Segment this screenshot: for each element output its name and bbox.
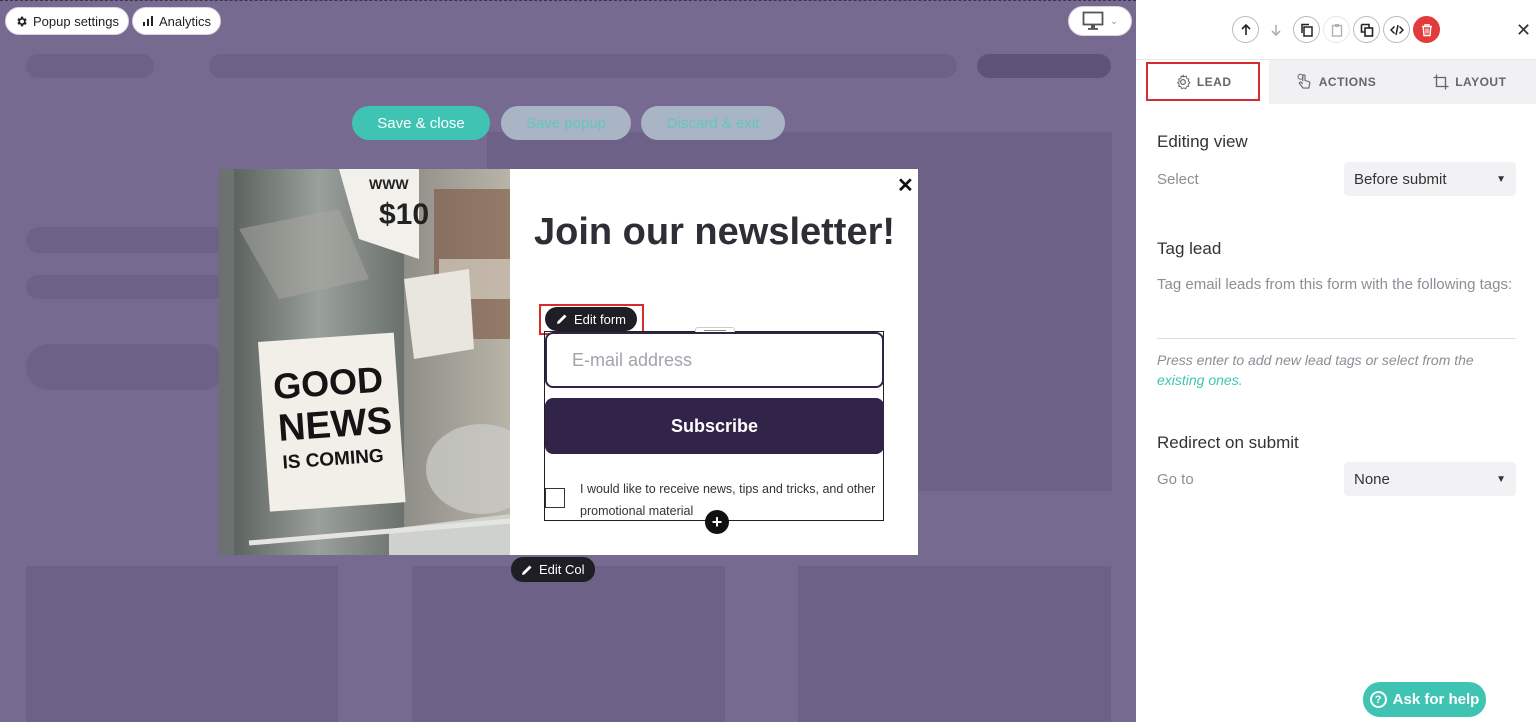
tag-lead-description: Tag email leads from this form with the … [1157, 276, 1513, 293]
consent-checkbox[interactable] [545, 488, 565, 508]
popup-preview[interactable]: WWW $10 GOOD NEWS IS COMING ✕ Join our n… [219, 169, 918, 555]
redirect-title: Redirect on submit [1157, 433, 1299, 452]
redirect-label: Go to [1157, 471, 1194, 488]
edit-col-label: Edit Col [539, 562, 585, 577]
code-button[interactable] [1383, 16, 1410, 43]
pencil-icon [522, 565, 532, 575]
editor-canvas: Popup settings Analytics ⌄ Save & close … [0, 0, 1136, 722]
settings-sidebar: ✕ LEAD ACTIONS LAYOUT Editing view Selec… [1136, 0, 1536, 722]
email-field[interactable] [545, 332, 884, 388]
subscribe-button[interactable]: Subscribe [545, 398, 884, 454]
popup-image[interactable]: WWW $10 GOOD NEWS IS COMING [219, 169, 510, 555]
delete-button[interactable] [1413, 16, 1440, 43]
placeholder-bar [26, 227, 226, 253]
popup-settings-button[interactable]: Popup settings [5, 7, 130, 35]
chevron-down-icon: ⌄ [1109, 15, 1119, 27]
duplicate-icon [1360, 23, 1373, 37]
image-text-good: GOOD [272, 358, 385, 407]
save-popup-label: Save popup [525, 114, 607, 132]
analytics-label: Analytics [159, 13, 212, 29]
arrow-up-icon [1240, 23, 1251, 35]
caret-down-icon: ▼ [1496, 473, 1506, 485]
gear-icon [17, 16, 27, 26]
existing-tags-link[interactable]: existing ones. [1157, 372, 1243, 388]
analytics-button[interactable]: Analytics [132, 7, 222, 35]
edit-col-button[interactable]: Edit Col [511, 557, 595, 582]
editing-view-title: Editing view [1157, 132, 1248, 151]
paste-button[interactable] [1323, 16, 1350, 43]
close-icon[interactable]: ✕ [897, 173, 914, 198]
placeholder-bar [26, 54, 154, 78]
copy-button[interactable] [1293, 16, 1320, 43]
tag-help-label: Press enter to add new lead tags or sele… [1157, 352, 1474, 368]
tab-layout[interactable]: LAYOUT [1403, 60, 1536, 104]
placeholder-bar [26, 344, 226, 390]
add-element-button[interactable]: + [705, 510, 729, 534]
editing-view-label: Select [1157, 171, 1199, 188]
placeholder-bar [26, 275, 226, 299]
consent-label: I would like to receive news, tips and t… [580, 482, 876, 518]
ask-for-help-button[interactable]: ? Ask for help [1363, 682, 1486, 717]
placeholder-bar [977, 54, 1111, 78]
crop-icon [1433, 74, 1449, 90]
image-text-news: NEWS [277, 400, 394, 450]
tab-actions[interactable]: ACTIONS [1269, 60, 1402, 104]
popup-settings-label: Popup settings [33, 13, 120, 29]
question-icon: ? [1369, 691, 1387, 708]
bar-chart-icon [143, 16, 153, 26]
caret-down-icon: ▼ [1496, 173, 1506, 185]
tab-actions-label: ACTIONS [1318, 75, 1377, 89]
editing-view-select[interactable]: Before submit ▼ [1344, 162, 1516, 196]
save-popup-button[interactable]: Save popup [501, 106, 631, 140]
close-icon[interactable]: ✕ [1516, 20, 1531, 41]
placeholder-block [26, 566, 338, 722]
redirect-select[interactable]: None ▼ [1344, 462, 1516, 496]
desktop-monitor-icon [1082, 11, 1104, 30]
placeholder-bar [209, 54, 957, 78]
device-preview-dropdown[interactable]: ⌄ [1068, 6, 1132, 36]
trash-icon [1421, 23, 1432, 36]
placeholder-block [412, 566, 725, 722]
tag-lead-title: Tag lead [1157, 239, 1222, 258]
svg-text:$10: $10 [379, 198, 429, 231]
arrow-down-icon [1270, 24, 1281, 36]
lead-tab-highlight [1146, 62, 1260, 101]
move-up-button[interactable] [1232, 16, 1259, 43]
save-close-button[interactable]: Save & close [352, 106, 490, 140]
paste-icon [1331, 23, 1342, 37]
duplicate-button[interactable] [1353, 16, 1380, 43]
editing-view-value: Before submit [1354, 170, 1447, 188]
placeholder-block [798, 566, 1111, 722]
code-icon [1389, 24, 1404, 35]
ask-for-help-label: Ask for help [1392, 691, 1480, 708]
popup-title[interactable]: Join our newsletter! [511, 207, 918, 257]
hand-pointer-icon [1297, 73, 1311, 89]
tag-input[interactable] [1157, 305, 1516, 339]
element-toolbar: ✕ [1136, 0, 1536, 60]
copy-icon [1300, 23, 1313, 37]
tab-layout-label: LAYOUT [1455, 75, 1507, 89]
discard-exit-button[interactable]: Discard & exit [641, 106, 785, 140]
tag-help-text: Press enter to add new lead tags or sele… [1157, 350, 1519, 390]
plus-icon: + [711, 511, 723, 532]
newsletter-form[interactable]: Subscribe I would like to receive news, … [544, 327, 884, 534]
redirect-value: None [1354, 470, 1390, 488]
svg-text:WWW: WWW [369, 176, 409, 192]
discard-exit-label: Discard & exit [666, 114, 760, 132]
move-down-button[interactable] [1262, 16, 1289, 43]
